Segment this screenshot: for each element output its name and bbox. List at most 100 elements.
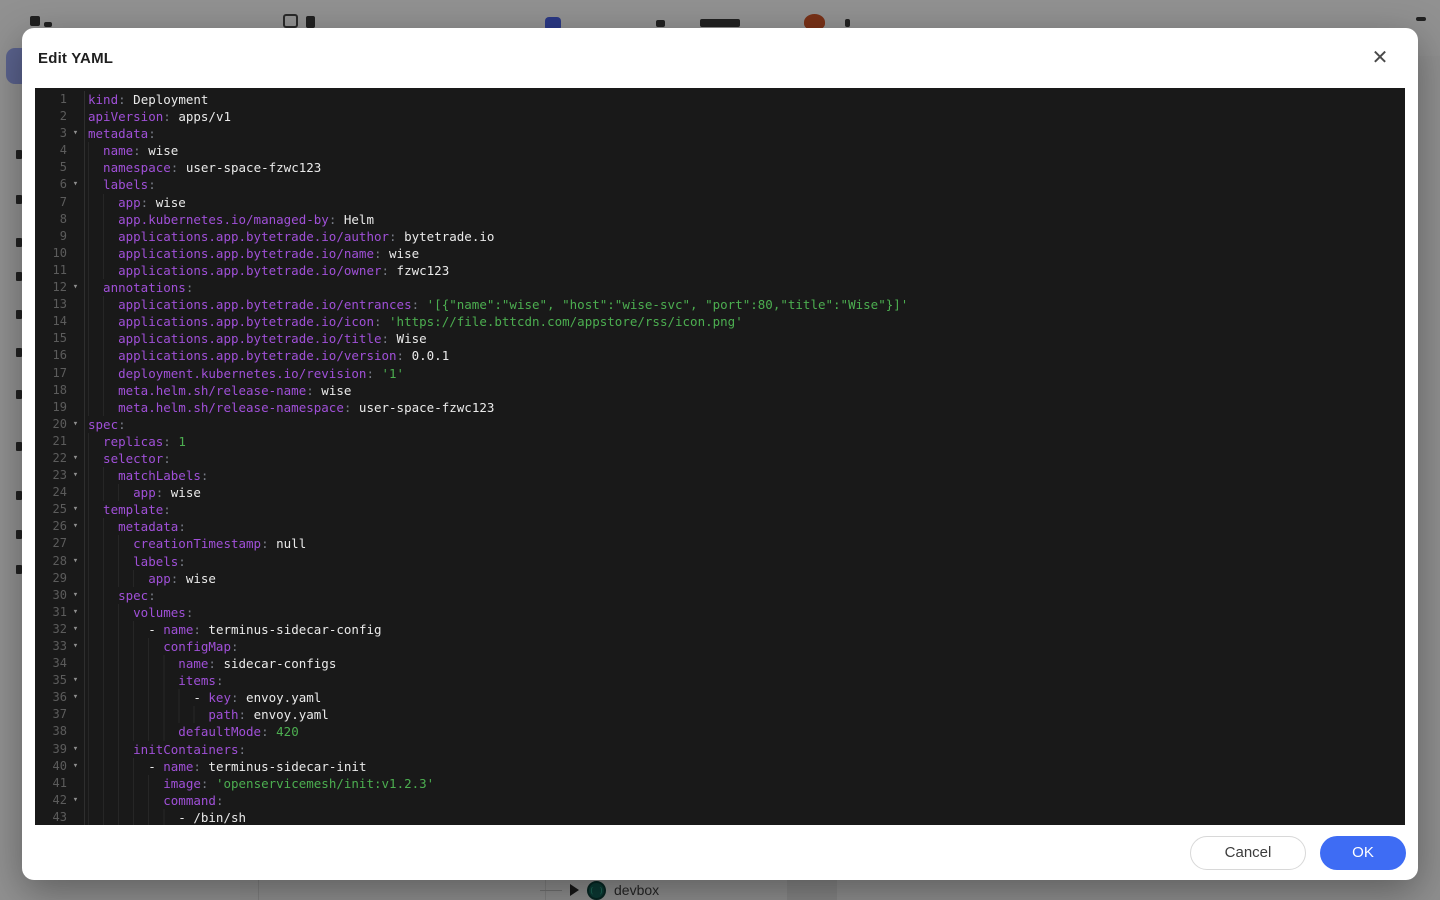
dialog-header: Edit YAML ✕	[22, 28, 1418, 88]
indent-guides	[88, 706, 208, 723]
fold-toggle-icon[interactable]: ▾	[67, 553, 84, 570]
fold-toggle-icon[interactable]: ▾	[67, 621, 84, 638]
indent-guides	[88, 501, 103, 518]
line-number: 33	[35, 638, 67, 655]
code-line: 38defaultMode: 420	[35, 723, 1405, 740]
indent-guides	[88, 142, 103, 159]
fold-toggle-icon[interactable]: ▾	[67, 279, 84, 296]
code-line: 36▾- key: envoy.yaml	[35, 689, 1405, 706]
line-number: 17	[35, 365, 67, 382]
fold-spacer	[67, 484, 84, 501]
code-line: 42▾command:	[35, 792, 1405, 809]
indent-guides	[88, 211, 118, 228]
line-number: 21	[35, 433, 67, 450]
code-line: 24app: wise	[35, 484, 1405, 501]
fold-spacer	[67, 399, 84, 416]
code-line: 1kind: Deployment	[35, 91, 1405, 108]
line-number: 13	[35, 296, 67, 313]
code-line: 21replicas: 1	[35, 433, 1405, 450]
line-number: 38	[35, 723, 67, 740]
line-number: 24	[35, 484, 67, 501]
indent-guides	[88, 587, 118, 604]
code-line: 37path: envoy.yaml	[35, 706, 1405, 723]
fold-toggle-icon[interactable]: ▾	[67, 450, 84, 467]
line-number: 43	[35, 809, 67, 825]
fold-toggle-icon[interactable]: ▾	[67, 689, 84, 706]
code-line: 25▾template:	[35, 501, 1405, 518]
code-line: 28▾labels:	[35, 553, 1405, 570]
line-number: 1	[35, 91, 67, 108]
line-number: 32	[35, 621, 67, 638]
indent-guides	[88, 382, 118, 399]
line-number: 20	[35, 416, 67, 433]
code-line: 16applications.app.bytetrade.io/version:…	[35, 347, 1405, 364]
fold-toggle-icon[interactable]: ▾	[67, 467, 84, 484]
fold-toggle-icon[interactable]: ▾	[67, 638, 84, 655]
fold-spacer	[67, 535, 84, 552]
fold-toggle-icon[interactable]: ▾	[67, 587, 84, 604]
fold-toggle-icon[interactable]: ▾	[67, 176, 84, 193]
indent-guides	[88, 279, 103, 296]
fold-spacer	[67, 194, 84, 211]
code-line: 19meta.helm.sh/release-namespace: user-s…	[35, 399, 1405, 416]
line-number: 14	[35, 313, 67, 330]
line-number: 3	[35, 125, 67, 142]
fold-spacer	[67, 262, 84, 279]
indent-guides	[88, 604, 133, 621]
line-number: 22	[35, 450, 67, 467]
fold-toggle-icon[interactable]: ▾	[67, 672, 84, 689]
fold-spacer	[67, 245, 84, 262]
code-line: 5namespace: user-space-fzwc123	[35, 159, 1405, 176]
fold-toggle-icon[interactable]: ▾	[67, 604, 84, 621]
line-number: 41	[35, 775, 67, 792]
code-line: 10applications.app.bytetrade.io/name: wi…	[35, 245, 1405, 262]
line-number: 7	[35, 194, 67, 211]
fold-spacer	[67, 296, 84, 313]
fold-spacer	[67, 159, 84, 176]
indent-guides	[88, 553, 133, 570]
indent-guides	[88, 313, 118, 330]
fold-spacer	[67, 382, 84, 399]
line-number: 35	[35, 672, 67, 689]
fold-toggle-icon[interactable]: ▾	[67, 741, 84, 758]
indent-guides	[88, 672, 178, 689]
indent-guides	[88, 570, 148, 587]
line-number: 29	[35, 570, 67, 587]
fold-spacer	[67, 91, 84, 108]
fold-toggle-icon[interactable]: ▾	[67, 518, 84, 535]
code-line: 17deployment.kubernetes.io/revision: '1'	[35, 365, 1405, 382]
indent-guides	[88, 176, 103, 193]
indent-guides	[88, 723, 178, 740]
fold-toggle-icon[interactable]: ▾	[67, 758, 84, 775]
code-line: 31▾volumes:	[35, 604, 1405, 621]
line-number: 28	[35, 553, 67, 570]
fold-toggle-icon[interactable]: ▾	[67, 416, 84, 433]
fold-toggle-icon[interactable]: ▾	[67, 501, 84, 518]
line-number: 8	[35, 211, 67, 228]
fold-spacer	[67, 365, 84, 382]
ok-button[interactable]: OK	[1320, 836, 1406, 870]
fold-spacer	[67, 142, 84, 159]
yaml-code-editor[interactable]: 1kind: Deployment2apiVersion: apps/v13▾m…	[35, 88, 1405, 825]
close-icon[interactable]: ✕	[1366, 44, 1394, 72]
indent-guides	[88, 741, 133, 758]
indent-guides	[88, 228, 118, 245]
cancel-button[interactable]: Cancel	[1190, 836, 1306, 870]
indent-guides	[88, 245, 118, 262]
indent-guides	[88, 758, 148, 775]
fold-spacer	[67, 211, 84, 228]
indent-guides	[88, 809, 178, 825]
line-number: 6	[35, 176, 67, 193]
code-line: 12▾annotations:	[35, 279, 1405, 296]
code-line: 26▾metadata:	[35, 518, 1405, 535]
code-line: 35▾items:	[35, 672, 1405, 689]
fold-toggle-icon[interactable]: ▾	[67, 792, 84, 809]
line-number: 40	[35, 758, 67, 775]
fold-toggle-icon[interactable]: ▾	[67, 125, 84, 142]
code-line: 4name: wise	[35, 142, 1405, 159]
code-line: 20▾spec:	[35, 416, 1405, 433]
code-line: 29app: wise	[35, 570, 1405, 587]
indent-guides	[88, 638, 163, 655]
fold-spacer	[67, 809, 84, 825]
fold-spacer	[67, 228, 84, 245]
